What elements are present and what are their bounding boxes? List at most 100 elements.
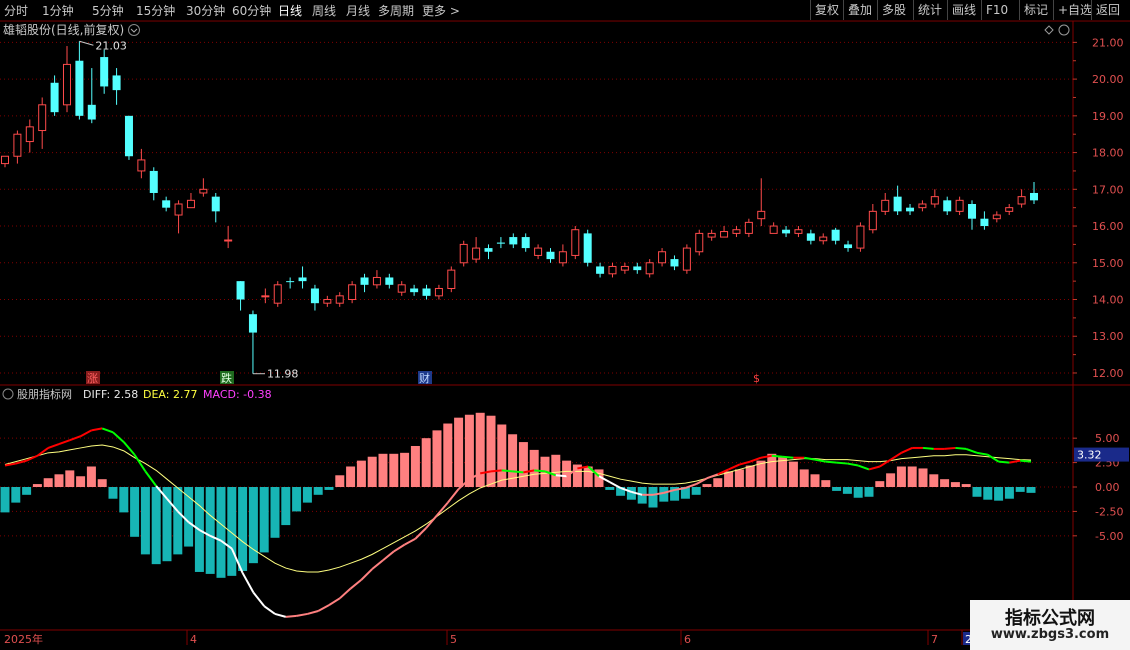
macd-bar: [43, 478, 53, 487]
candle-body-up: [856, 225, 865, 249]
candle-body-up: [224, 239, 233, 242]
diff-line-segment: [512, 470, 524, 474]
diff-line-segment: [728, 463, 740, 471]
macd-bar: [551, 454, 561, 487]
xaxis-label: 6: [684, 633, 691, 646]
candle-body-up: [645, 262, 654, 275]
toolbar-button-8[interactable]: 返回: [1091, 0, 1124, 20]
macd-tick-label: 5.00: [1095, 432, 1120, 445]
chart-canvas: 21.00 20.00 19.00 18.00 17.00 16.00 15.00 14.00…: [0, 20, 1130, 646]
diff-line-segment: [144, 470, 158, 487]
toolbar-button-2[interactable]: 多股: [877, 0, 910, 20]
toolbar-button-0[interactable]: 复权: [810, 0, 843, 20]
candle-body-up: [744, 221, 753, 234]
toolbar-button-3[interactable]: 统计: [913, 0, 946, 20]
diff-line-segment: [436, 501, 449, 516]
diff-line-segment: [944, 446, 956, 450]
macd-bar: [745, 465, 755, 487]
period-tab-8[interactable]: 月线: [346, 2, 370, 19]
candle-body-up: [757, 210, 766, 220]
candle-body-down: [100, 57, 109, 87]
toolbar-button-4[interactable]: 画线: [947, 0, 980, 20]
price-tick-label: 12.00: [1092, 367, 1124, 380]
macd-tick-label: 0.00: [1095, 481, 1120, 494]
candle-body-down: [124, 115, 133, 157]
diamond-icon: [1044, 25, 1054, 35]
toolbar-button-7[interactable]: +自选: [1053, 0, 1096, 20]
candle-body-up: [1005, 207, 1014, 212]
indicator-menu-icon: [2, 388, 14, 400]
settings-circle-icon: [1058, 24, 1070, 36]
period-tab-4[interactable]: 30分钟: [186, 2, 225, 19]
macd-bar: [864, 487, 874, 497]
macd-bar: [1004, 487, 1014, 499]
period-tab-0[interactable]: 分时: [4, 2, 28, 19]
diff-line-segment: [123, 441, 136, 456]
macd-bar: [691, 487, 701, 495]
macd-bar: [140, 487, 150, 555]
price-tick-label: 19.00: [1092, 110, 1124, 123]
macd-bar: [529, 449, 539, 487]
period-tab-1[interactable]: 1分钟: [42, 2, 74, 19]
chevron-down-icon: [130, 28, 138, 33]
candle-body-up: [261, 295, 270, 298]
candle-body-down: [162, 200, 171, 208]
diff-line-segment: [69, 435, 81, 442]
macd-bar: [76, 476, 86, 487]
toolbar-button-5[interactable]: F10: [981, 0, 1012, 20]
macd-bar: [119, 487, 129, 513]
diff-line-segment: [101, 427, 114, 434]
period-tab-5[interactable]: 60分钟: [232, 2, 271, 19]
candle-body-up: [682, 247, 691, 271]
period-tab-9[interactable]: 多周期: [378, 2, 414, 19]
diff-line-segment: [534, 469, 546, 473]
period-tab-3[interactable]: 15分钟: [136, 2, 175, 19]
candle-body-down: [310, 288, 319, 304]
candle-body-down: [112, 75, 121, 91]
toolbar-button-6[interactable]: 标记: [1019, 0, 1052, 20]
period-tab-6[interactable]: 日线: [278, 2, 302, 19]
candle-body-down: [943, 200, 952, 212]
macd-bar: [270, 487, 280, 538]
macd-bar: [22, 487, 32, 495]
candle-body-down: [670, 259, 679, 267]
toolbar-button-1[interactable]: 叠加: [843, 0, 876, 20]
macd-bar: [972, 487, 982, 497]
candle-body-up: [335, 295, 344, 304]
macd-bar: [335, 475, 345, 487]
diff-line-segment: [285, 614, 297, 618]
candle-body-up: [534, 247, 543, 256]
diff-line-segment: [739, 460, 751, 466]
macd-bar: [799, 469, 809, 487]
macd-bar: [302, 487, 312, 503]
candle-body-up: [658, 251, 667, 264]
candle-body-down: [75, 60, 84, 116]
period-tab-7[interactable]: 周线: [312, 2, 336, 19]
diff-line-segment: [91, 427, 103, 432]
candle-body-up: [1, 155, 9, 165]
candle-body-down: [496, 242, 505, 244]
macd-bar: [421, 438, 431, 487]
diff-line-segment: [296, 612, 308, 617]
macd-bar: [486, 415, 496, 487]
diff-line-segment: [998, 460, 1010, 464]
period-tab-10[interactable]: 更多 >: [422, 2, 460, 19]
candle-body-up: [732, 229, 741, 234]
low-label: 11.98: [267, 368, 299, 381]
dea-value: DEA: 2.77: [143, 388, 197, 401]
macd-tick-label: -5.00: [1095, 530, 1123, 543]
diff-line-segment: [782, 455, 794, 459]
candle-body-down: [360, 277, 369, 285]
macd-bar: [356, 460, 366, 487]
candle-body-up: [174, 203, 183, 216]
candle-body-up: [868, 210, 877, 231]
period-tab-2[interactable]: 5分钟: [92, 2, 124, 19]
candle-body-up: [930, 196, 939, 205]
macd-bar: [11, 487, 21, 503]
candle-body-down: [484, 248, 493, 252]
diff-line-segment: [58, 439, 71, 445]
diff-line-segment: [241, 572, 255, 593]
watermark: 指标公式网 www.zbgs3.com: [970, 600, 1130, 650]
macd-bar: [767, 453, 777, 487]
price-tick-label: 21.00: [1092, 36, 1124, 49]
